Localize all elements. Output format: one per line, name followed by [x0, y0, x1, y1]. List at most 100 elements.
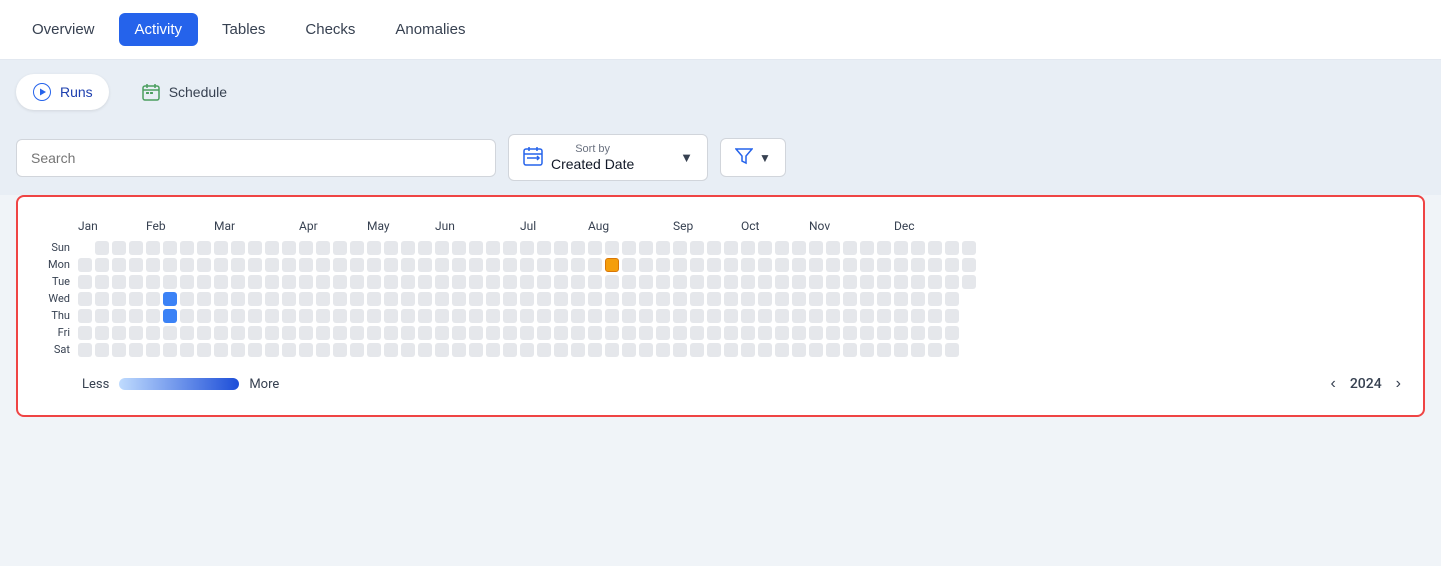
day-cell [401, 309, 415, 323]
day-cell [605, 309, 619, 323]
week-col [928, 241, 942, 357]
week-col [894, 241, 908, 357]
week-col [78, 241, 92, 357]
tab-activity[interactable]: Activity [119, 13, 199, 46]
day-cell [129, 309, 143, 323]
day-cell [248, 309, 262, 323]
sort-button[interactable]: Sort by Created Date ▼ [508, 134, 708, 181]
day-cell [146, 309, 160, 323]
day-label-mon: Mon [34, 258, 70, 272]
year-navigation: ‹ 2024 › [1325, 373, 1407, 395]
day-cell [469, 326, 483, 340]
day-cell [401, 326, 415, 340]
week-col [299, 241, 313, 357]
week-col [197, 241, 211, 357]
day-cell [571, 326, 585, 340]
day-cell [197, 275, 211, 289]
schedule-button[interactable]: Schedule [125, 74, 243, 110]
day-cell [894, 258, 908, 272]
day-cell [928, 292, 942, 306]
week-col [792, 241, 806, 357]
day-cell [248, 292, 262, 306]
day-cell [435, 343, 449, 357]
day-cell [707, 275, 721, 289]
month-label-dec: Dec [894, 219, 915, 233]
day-cell [809, 343, 823, 357]
day-cell [639, 292, 653, 306]
tab-tables[interactable]: Tables [206, 13, 281, 46]
prev-year-button[interactable]: ‹ [1325, 373, 1342, 395]
day-cell [435, 241, 449, 255]
day-cell [163, 258, 177, 272]
week-col [690, 241, 704, 357]
day-cell [877, 258, 891, 272]
day-cell [350, 292, 364, 306]
day-cell [690, 258, 704, 272]
day-cell [367, 343, 381, 357]
day-cell [945, 241, 959, 255]
day-cell [571, 343, 585, 357]
day-cell [231, 292, 245, 306]
day-cell [197, 343, 211, 357]
day-cell [622, 292, 636, 306]
tab-overview[interactable]: Overview [16, 13, 111, 46]
day-cell [129, 292, 143, 306]
day-cell [452, 326, 466, 340]
day-cell [571, 275, 585, 289]
day-cell [520, 326, 534, 340]
day-cell [452, 309, 466, 323]
day-cell [520, 258, 534, 272]
day-cell [384, 258, 398, 272]
tab-checks[interactable]: Checks [289, 13, 371, 46]
day-cell [231, 258, 245, 272]
day-cell [911, 309, 925, 323]
next-year-button[interactable]: › [1390, 373, 1407, 395]
day-cell [214, 309, 228, 323]
day-label-sun: Sun [34, 241, 70, 255]
week-col [503, 241, 517, 357]
week-col [367, 241, 381, 357]
day-label-sat: Sat [34, 343, 70, 357]
day-cell [554, 275, 568, 289]
day-cell [95, 292, 109, 306]
day-cell [877, 309, 891, 323]
day-cell [673, 343, 687, 357]
day-cell [350, 258, 364, 272]
legend-less-label: Less [82, 377, 109, 392]
day-cell [724, 343, 738, 357]
day-cell [724, 309, 738, 323]
day-cell [605, 292, 619, 306]
day-cell [350, 309, 364, 323]
filter-button[interactable]: ▼ [720, 138, 786, 177]
day-cell [469, 292, 483, 306]
day-cell [452, 275, 466, 289]
day-cell [282, 343, 296, 357]
week-col [605, 241, 619, 357]
day-cell [248, 326, 262, 340]
day-cell [588, 326, 602, 340]
runs-button[interactable]: Runs [16, 74, 109, 110]
day-cell [656, 326, 670, 340]
day-cell [129, 343, 143, 357]
day-cell [180, 326, 194, 340]
day-cell [163, 309, 177, 323]
day-cell [639, 343, 653, 357]
day-cell [163, 326, 177, 340]
filter-icon [735, 147, 753, 168]
day-cell [282, 309, 296, 323]
day-cell [214, 241, 228, 255]
tab-anomalies[interactable]: Anomalies [379, 13, 481, 46]
day-cell [656, 309, 670, 323]
week-col [775, 241, 789, 357]
day-cell [503, 258, 517, 272]
day-cell [333, 292, 347, 306]
day-cell [350, 326, 364, 340]
week-col [401, 241, 415, 357]
day-cell [911, 326, 925, 340]
search-input[interactable] [16, 139, 496, 177]
week-col [554, 241, 568, 357]
day-cell [690, 241, 704, 255]
day-cell [316, 326, 330, 340]
day-cell [384, 309, 398, 323]
day-cell [367, 309, 381, 323]
